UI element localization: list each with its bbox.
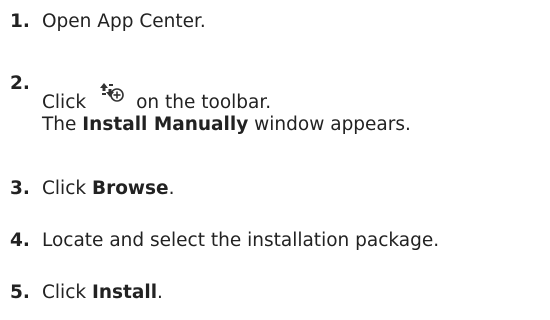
step-number: 4. [10,230,30,251]
step-number: 3. [10,178,30,199]
step-text-click: Click [42,178,92,199]
step-number: 5. [10,282,30,303]
step-2-result: The Install Manually window appears. [42,112,411,138]
step-5: 5. Click Install. [10,280,163,306]
step-suffix: . [157,282,163,303]
step-text-click: Click [42,92,87,113]
step-1: 1. Open App Center. [10,9,206,35]
install-label: Install [91,282,158,303]
step-text: Click Install. [42,280,163,306]
result-rest: window appears. [248,114,411,135]
browse-label: Browse [91,178,169,199]
step-text: Click Browse. [42,176,174,202]
step-suffix: . [168,178,175,199]
step-text-toolbar: on the toolbar. [136,92,272,113]
step-4: 4. Locate and select the installation pac… [10,228,439,254]
result-prefix: The [42,114,83,135]
step-number: 1. [10,11,30,32]
step-3: 3. Click Browse. [10,176,174,202]
step-text: Open App Center. [42,11,206,32]
step-text: Locate and select the installation packa… [42,230,440,251]
step-number: 2. [10,73,30,94]
install-manually-window-name: Install Manually [82,114,249,135]
step-text-click: Click [42,282,92,303]
install-manually-icon [100,83,126,105]
